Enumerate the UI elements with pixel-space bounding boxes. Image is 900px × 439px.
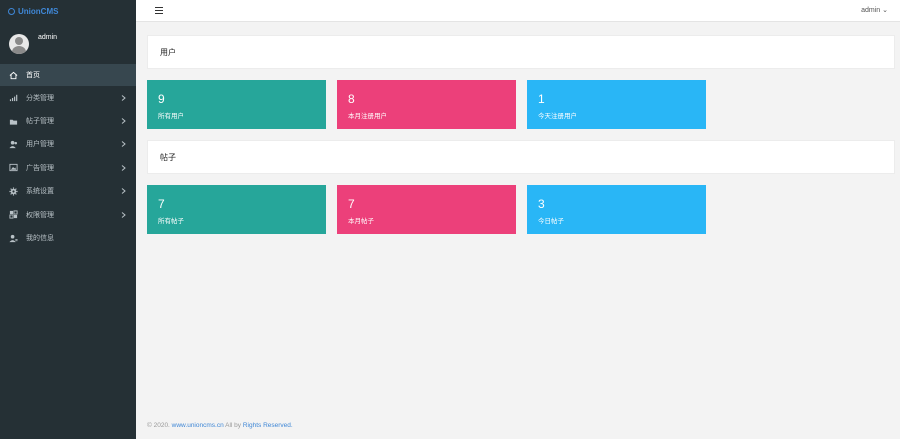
sidebar-item-categories[interactable]: 分类管理 <box>0 86 136 109</box>
brand-name: UnionCMS <box>18 6 59 16</box>
gear-icon <box>9 187 18 196</box>
stat-card-month-posts[interactable]: 7 本月帖子 <box>337 185 516 234</box>
stat-value: 1 <box>538 92 545 106</box>
chevron-down-icon: ⌄ <box>882 7 888 14</box>
permissions-icon <box>9 210 18 219</box>
sidebar-item-posts[interactable]: 帖子管理 <box>0 109 136 132</box>
sidebar-item-label: 我的信息 <box>26 235 54 243</box>
stat-label: 所有帖子 <box>158 218 184 225</box>
brand-logo[interactable]: UnionCMS <box>0 0 136 22</box>
sidebar-item-home[interactable]: 首页 <box>0 64 136 86</box>
section-title: 用户 <box>160 47 176 57</box>
sidebar-item-ads[interactable]: 广告管理 <box>0 156 136 179</box>
sidebar-menu: 首页 分类管理 帖子管理 用户管理 广告管理 系统设置 权限管理 我的信息 <box>0 64 136 250</box>
footer: © 2020. www.unioncms.cn All by Rights Re… <box>147 422 293 429</box>
sidebar-item-label: 权限管理 <box>26 211 54 219</box>
stat-value: 8 <box>348 92 355 106</box>
stat-card-today-users[interactable]: 1 今天注册用户 <box>527 80 706 129</box>
bar-chart-icon <box>9 93 18 102</box>
stat-card-month-users[interactable]: 8 本月注册用户 <box>337 80 516 129</box>
user-panel: admin <box>0 22 136 64</box>
home-icon <box>9 71 18 80</box>
user-name: admin <box>38 34 58 41</box>
sidebar-item-label: 用户管理 <box>26 141 54 149</box>
chevron-right-icon <box>121 211 126 218</box>
stat-label: 本月注册用户 <box>348 113 387 120</box>
top-navbar: admin ⌄ <box>136 0 900 22</box>
section-header-users: 用户 <box>147 35 895 69</box>
chevron-right-icon <box>121 94 126 101</box>
stat-label: 所有用户 <box>158 113 184 120</box>
sidebar: UnionCMS admin 首页 分类管理 帖子管理 用户管理 广告管理 系统… <box>0 0 136 439</box>
sidebar-item-label: 首页 <box>26 72 40 79</box>
sidebar-item-permissions[interactable]: 权限管理 <box>0 203 136 226</box>
menu-toggle-icon[interactable] <box>155 7 163 14</box>
stat-card-today-posts[interactable]: 3 今日帖子 <box>527 185 706 234</box>
sidebar-item-users[interactable]: 用户管理 <box>0 133 136 156</box>
footer-copyright: © 2020. <box>147 422 172 429</box>
stat-card-all-posts[interactable]: 7 所有帖子 <box>147 185 326 234</box>
logo-icon <box>8 7 15 15</box>
users-icon <box>9 140 18 149</box>
chevron-right-icon <box>121 188 126 195</box>
section-title: 帖子 <box>160 152 176 162</box>
chevron-right-icon <box>121 164 126 171</box>
sidebar-item-label: 帖子管理 <box>26 118 54 126</box>
chevron-right-icon <box>121 141 126 148</box>
folder-icon <box>9 117 18 126</box>
stat-value: 7 <box>158 197 165 211</box>
sidebar-item-profile[interactable]: 我的信息 <box>0 226 136 249</box>
footer-site-link[interactable]: www.unioncms.cn <box>172 422 224 429</box>
stat-value: 7 <box>348 197 355 211</box>
stat-value: 3 <box>538 197 545 211</box>
user-dropdown[interactable]: admin ⌄ <box>861 6 888 14</box>
chevron-right-icon <box>121 118 126 124</box>
sidebar-item-label: 分类管理 <box>26 94 54 102</box>
section-header-posts: 帖子 <box>147 140 895 174</box>
stat-label: 今天注册用户 <box>538 113 577 120</box>
stat-value: 9 <box>158 92 165 106</box>
stat-label: 今日帖子 <box>538 218 564 225</box>
footer-text: All by <box>223 422 243 429</box>
sidebar-item-settings[interactable]: 系统设置 <box>0 180 136 203</box>
sidebar-item-label: 系统设置 <box>26 188 54 196</box>
footer-rights-link[interactable]: Rights Reserved. <box>243 422 293 429</box>
profile-icon <box>9 234 18 243</box>
user-dropdown-label: admin <box>861 7 883 14</box>
stat-label: 本月帖子 <box>348 218 374 225</box>
stat-card-all-users[interactable]: 9 所有用户 <box>147 80 326 129</box>
sidebar-item-label: 广告管理 <box>26 164 54 172</box>
image-icon <box>9 163 18 172</box>
avatar <box>9 34 29 54</box>
